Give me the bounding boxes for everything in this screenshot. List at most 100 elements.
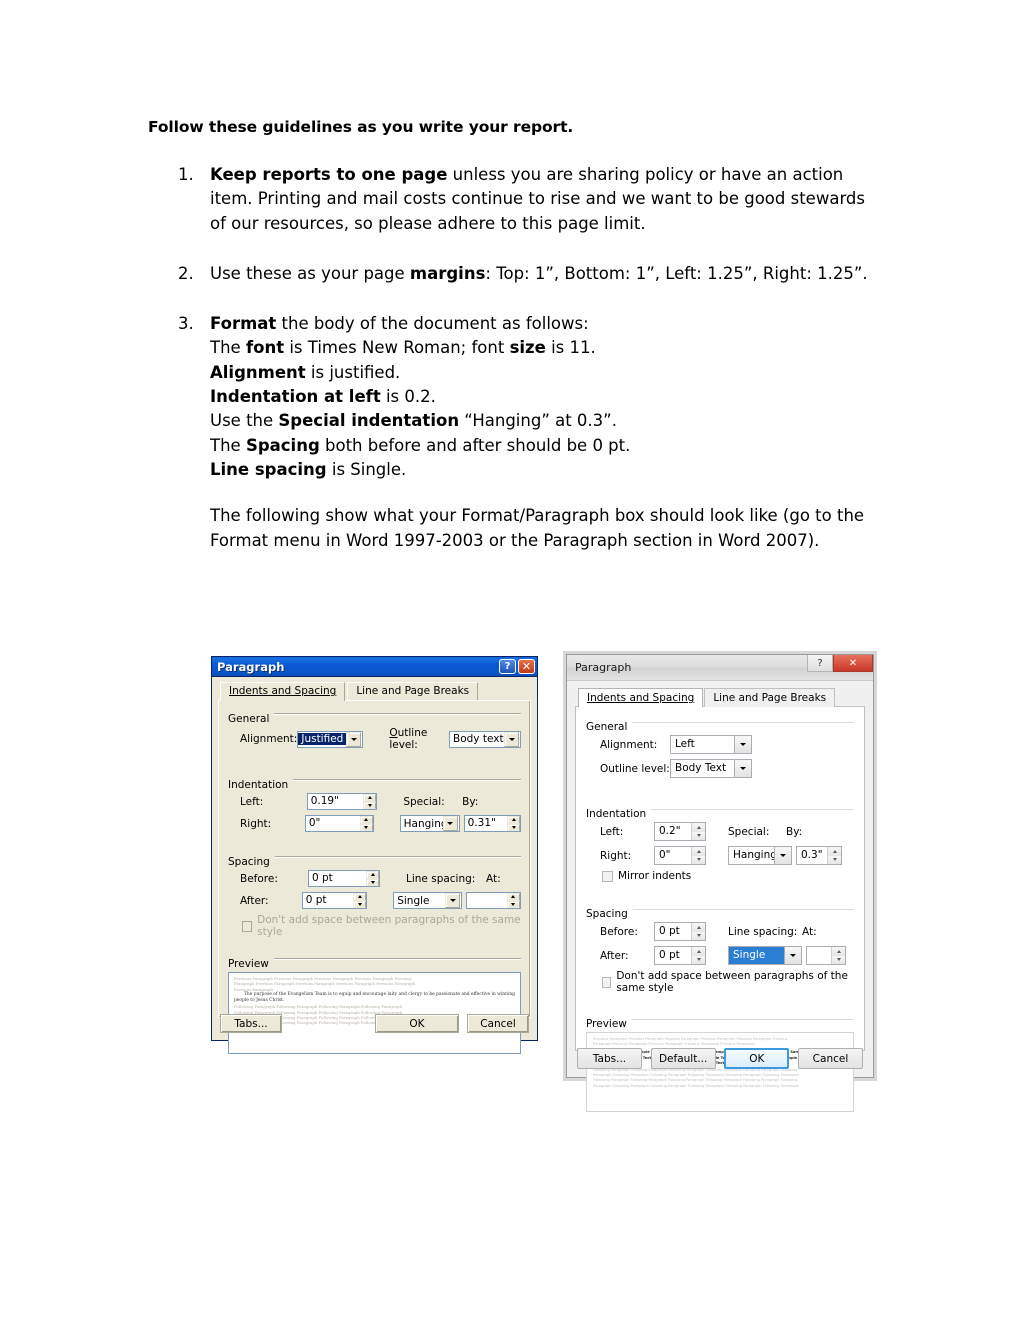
spin-down-icon[interactable] <box>507 823 520 831</box>
ok-button[interactable]: OK <box>375 1014 459 1033</box>
xp-at-value <box>467 893 507 908</box>
tabs-button[interactable]: Tabs... <box>220 1014 282 1033</box>
xp-at-spin-buttons[interactable] <box>506 893 520 908</box>
w7-left-spinner[interactable]: 0.2" <box>654 822 706 841</box>
tab-line-and-page-breaks[interactable]: Line and Page Breaks <box>347 682 479 701</box>
w7-by-spinner[interactable]: 0.3" <box>796 846 842 865</box>
chevron-down-icon[interactable] <box>734 736 751 753</box>
item-1-bold-lead: Keep reports to one page <box>210 165 448 184</box>
spin-down-icon[interactable] <box>692 955 705 964</box>
xp-right-spinner[interactable]: 0" <box>304 815 374 832</box>
xp-line-spacing-combo[interactable]: Single <box>393 892 463 909</box>
tab-indents-and-spacing[interactable]: Indents and Spacing <box>220 682 346 701</box>
chevron-down-icon[interactable] <box>504 731 519 747</box>
spin-up-icon[interactable] <box>692 947 705 956</box>
spin-down-icon[interactable] <box>692 931 705 940</box>
spin-down-icon[interactable] <box>506 900 520 908</box>
xp-outline-label: OOutline level:utline level: <box>389 727 428 751</box>
spin-up-icon[interactable] <box>692 847 705 856</box>
cancel-button[interactable]: Cancel <box>467 1014 529 1033</box>
tab-line-and-page-breaks[interactable]: Line and Page Breaks <box>704 688 836 707</box>
spin-down-icon[interactable] <box>692 855 705 864</box>
spin-down-icon[interactable] <box>366 878 379 886</box>
w7-alignment-combo[interactable]: Left <box>670 735 752 754</box>
xp-by-value: 0.31" <box>467 817 496 829</box>
w7-special-combo[interactable]: Hanging <box>728 846 792 865</box>
spin-up-icon[interactable] <box>353 893 367 901</box>
item-3-line-1: The font is Times New Roman; font size i… <box>210 336 878 360</box>
ok-button[interactable]: OK <box>724 1048 790 1069</box>
spin-up-icon[interactable] <box>832 947 845 956</box>
spin-down-icon[interactable] <box>828 855 841 864</box>
xp-left-spinner[interactable]: 0.19" <box>306 793 378 810</box>
spin-up-icon[interactable] <box>359 816 373 824</box>
xp-right-spin-buttons[interactable] <box>359 816 373 831</box>
l3-b1: Indentation at left <box>210 387 381 407</box>
checkbox-dont-add-space[interactable] <box>242 920 253 932</box>
w7-before-label: Before: <box>600 925 638 938</box>
w7-right-spinner[interactable]: 0" <box>654 846 706 865</box>
spin-down-icon[interactable] <box>359 823 373 831</box>
w7-before-spinner[interactable]: 0 pt <box>654 922 706 941</box>
spin-up-icon[interactable] <box>363 794 377 802</box>
spin-down-icon[interactable] <box>353 900 367 908</box>
xp-by-spinner[interactable]: 0.31" <box>463 815 521 832</box>
xp-alignment-combo[interactable]: Justified <box>297 730 364 748</box>
chevron-down-icon[interactable] <box>442 816 458 831</box>
w7-before-spin-buttons[interactable] <box>691 923 705 940</box>
chevron-down-icon[interactable] <box>346 731 362 747</box>
help-icon[interactable]: ? <box>499 659 516 674</box>
w7-line-spacing-combo[interactable]: Single <box>728 946 802 965</box>
w7-mirror-indents-row[interactable]: Mirror indents <box>602 870 854 882</box>
w7-tab-label-indents: Indents and Spacing <box>587 692 695 704</box>
spin-up-icon[interactable] <box>506 893 520 901</box>
close-icon[interactable]: ✕ <box>518 659 535 674</box>
paragraph-dialog-xp[interactable]: Paragraph ? ✕ Indents and Spacing Line a… <box>211 656 538 1054</box>
w7-outline-combo[interactable]: Body Text <box>670 759 752 778</box>
close-icon[interactable]: ✕ <box>833 655 873 672</box>
xp-after-spinner[interactable]: 0 pt <box>301 892 368 909</box>
spin-up-icon[interactable] <box>366 871 379 879</box>
xp-dont-add-space-row[interactable]: Don't add space between paragraphs of th… <box>242 914 521 938</box>
spin-up-icon[interactable] <box>507 816 520 824</box>
xp-special-combo[interactable]: Hanging <box>399 815 460 832</box>
paragraph-dialog-w7[interactable]: Paragraph ? ✕ Indents and Spacing Line a… <box>566 654 874 1112</box>
w7-dont-add-space-row[interactable]: Don't add space between paragraphs of th… <box>602 970 854 994</box>
xp-before-spinner[interactable]: 0 pt <box>308 870 380 887</box>
spin-down-icon[interactable] <box>832 955 845 964</box>
spin-down-icon[interactable] <box>692 831 705 840</box>
chevron-down-icon[interactable] <box>445 893 461 908</box>
cancel-button[interactable]: Cancel <box>797 1048 863 1069</box>
tab-indents-and-spacing[interactable]: Indents and Spacing <box>578 688 704 707</box>
spin-up-icon[interactable] <box>828 847 841 856</box>
spin-up-icon[interactable] <box>692 923 705 932</box>
w7-right-spin-buttons[interactable] <box>691 847 705 864</box>
xp-outline-combo[interactable]: Body text <box>449 730 521 748</box>
chevron-down-icon[interactable] <box>734 760 751 777</box>
w7-at-spin-buttons[interactable] <box>831 947 845 964</box>
xp-after-spin-buttons[interactable] <box>353 893 367 908</box>
xp-by-spin-buttons[interactable] <box>507 816 520 831</box>
w7-after-spinner[interactable]: 0 pt <box>654 946 706 965</box>
w7-left-spin-buttons[interactable] <box>691 823 705 840</box>
w7-at-spinner[interactable] <box>806 946 846 965</box>
checkbox-dont-add-space[interactable] <box>602 976 612 988</box>
chevron-down-icon[interactable] <box>784 947 801 964</box>
w7-before-row: Before: 0 pt Line spacing: At: <box>600 922 854 941</box>
help-icon[interactable]: ? <box>807 655 833 672</box>
w7-after-spin-buttons[interactable] <box>691 947 705 964</box>
xp-dialog-title: Paragraph <box>217 659 285 674</box>
xp-before-spin-buttons[interactable] <box>366 871 379 886</box>
item-3-lines: Format the body of the document as follo… <box>210 312 878 482</box>
spin-up-icon[interactable] <box>692 823 705 832</box>
spin-down-icon[interactable] <box>363 801 377 809</box>
checkbox-mirror-indents[interactable] <box>602 870 613 882</box>
xp-left-spin-buttons[interactable] <box>363 794 377 809</box>
w7-general-legend: General <box>586 721 633 733</box>
item-3-line-5: The Spacing both before and after should… <box>210 434 878 458</box>
xp-at-spinner[interactable] <box>466 892 521 909</box>
default-button[interactable]: Default... <box>650 1048 716 1069</box>
chevron-down-icon[interactable] <box>774 847 791 864</box>
w7-by-spin-buttons[interactable] <box>827 847 841 864</box>
tabs-button[interactable]: Tabs... <box>577 1048 642 1069</box>
